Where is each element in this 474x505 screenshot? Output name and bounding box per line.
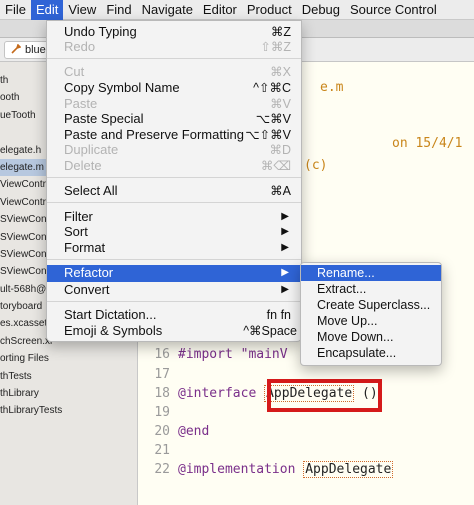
refactor-submenu: Rename... Extract... Create Superclass..… [300,262,442,366]
submenu-item-encapsulate[interactable]: Encapsulate... [301,345,441,361]
menu-item-duplicate[interactable]: Duplicate ⌘D [47,142,301,158]
code-line-end: @end [178,424,210,439]
line-number: 21 [154,443,170,458]
submenu-item-extract[interactable]: Extract... [301,281,441,297]
line-number: 17 [154,367,170,382]
code-line-implementation: @implementation AppDelegate [178,461,394,478]
menu-item-paste-preserve-formatting[interactable]: Paste and Preserve Formatting ⌥⇧⌘V [47,127,301,143]
menu-source-control[interactable]: Source Control [345,0,442,20]
navigator-item[interactable]: orting Files [0,350,137,367]
menu-view[interactable]: View [63,0,101,20]
symbol-appdelegate[interactable]: AppDelegate [303,461,394,478]
menu-item-select-all[interactable]: Select All ⌘A [47,183,301,199]
navigator-item[interactable]: thLibraryTests [0,402,137,419]
header-comment-created: on 15/4/1 [392,136,463,151]
submenu-item-move-down[interactable]: Move Down... [301,329,441,345]
menu-item-undo-typing[interactable]: Undo Typing ⌘Z [47,24,301,40]
menu-editor[interactable]: Editor [198,0,242,20]
navigator-item[interactable]: thTests [0,368,137,385]
line-number: 22 [154,462,170,477]
menu-item-redo[interactable]: Redo ⇧⌘Z [47,39,301,55]
submenu-arrow-icon: ▶ [281,267,289,278]
menu-item-emoji-symbols[interactable]: Emoji & Symbols ^⌘Space [47,323,301,339]
menu-item-refactor[interactable]: Refactor ▶ [47,265,301,282]
header-comment-copyright: (c) [304,158,328,173]
callout-highlight-box [267,379,382,412]
submenu-item-move-up[interactable]: Move Up... [301,313,441,329]
submenu-item-rename[interactable]: Rename... [301,265,441,281]
line-number: 18 [154,386,170,401]
header-comment-filename: e.m [320,80,344,95]
menu-separator [47,177,301,178]
keyword-implementation: @implementation [178,462,304,477]
menu-item-paste[interactable]: Paste ⌘V [47,96,301,112]
submenu-arrow-icon: ▶ [281,211,289,222]
menu-bar: File Edit View Find Navigate Editor Prod… [0,0,474,20]
menu-item-format[interactable]: Format ▶ [47,240,301,256]
menu-item-start-dictation[interactable]: Start Dictation... fn fn [47,307,301,323]
submenu-arrow-icon: ▶ [281,226,289,237]
line-number: 20 [154,424,170,439]
menu-item-copy-symbol-name[interactable]: Copy Symbol Name ^⇧⌘C [47,80,301,96]
submenu-arrow-icon: ▶ [281,284,289,295]
menu-item-convert[interactable]: Convert ▶ [47,282,301,298]
line-number: 16 [154,347,170,362]
code-line-import: #import "mainV [178,347,288,362]
line-number: 19 [154,405,170,420]
menu-item-paste-special[interactable]: Paste Special ⌥⌘V [47,111,301,127]
app-icon [11,43,22,57]
menu-item-cut[interactable]: Cut ⌘X [47,64,301,80]
menu-item-sort[interactable]: Sort ▶ [47,224,301,240]
menu-edit[interactable]: Edit [30,0,64,20]
menu-separator [47,259,301,260]
submenu-item-create-superclass[interactable]: Create Superclass... [301,297,441,313]
menu-find[interactable]: Find [101,0,136,20]
keyword-interface: @interface [178,386,265,401]
menu-navigate[interactable]: Navigate [137,0,198,20]
menu-separator [47,58,301,59]
menu-separator [47,301,301,302]
edit-menu-dropdown: Undo Typing ⌘Z Redo ⇧⌘Z Cut ⌘X Copy Symbol … [46,20,302,342]
menu-debug[interactable]: Debug [297,0,345,20]
submenu-arrow-icon: ▶ [281,242,289,253]
navigator-item[interactable]: thLibrary [0,385,137,402]
menu-item-filter[interactable]: Filter ▶ [47,209,301,225]
menu-item-delete[interactable]: Delete ⌘⌫ [47,158,301,174]
menu-separator [47,202,301,203]
menu-file[interactable]: File [0,0,31,20]
menu-product[interactable]: Product [242,0,297,20]
